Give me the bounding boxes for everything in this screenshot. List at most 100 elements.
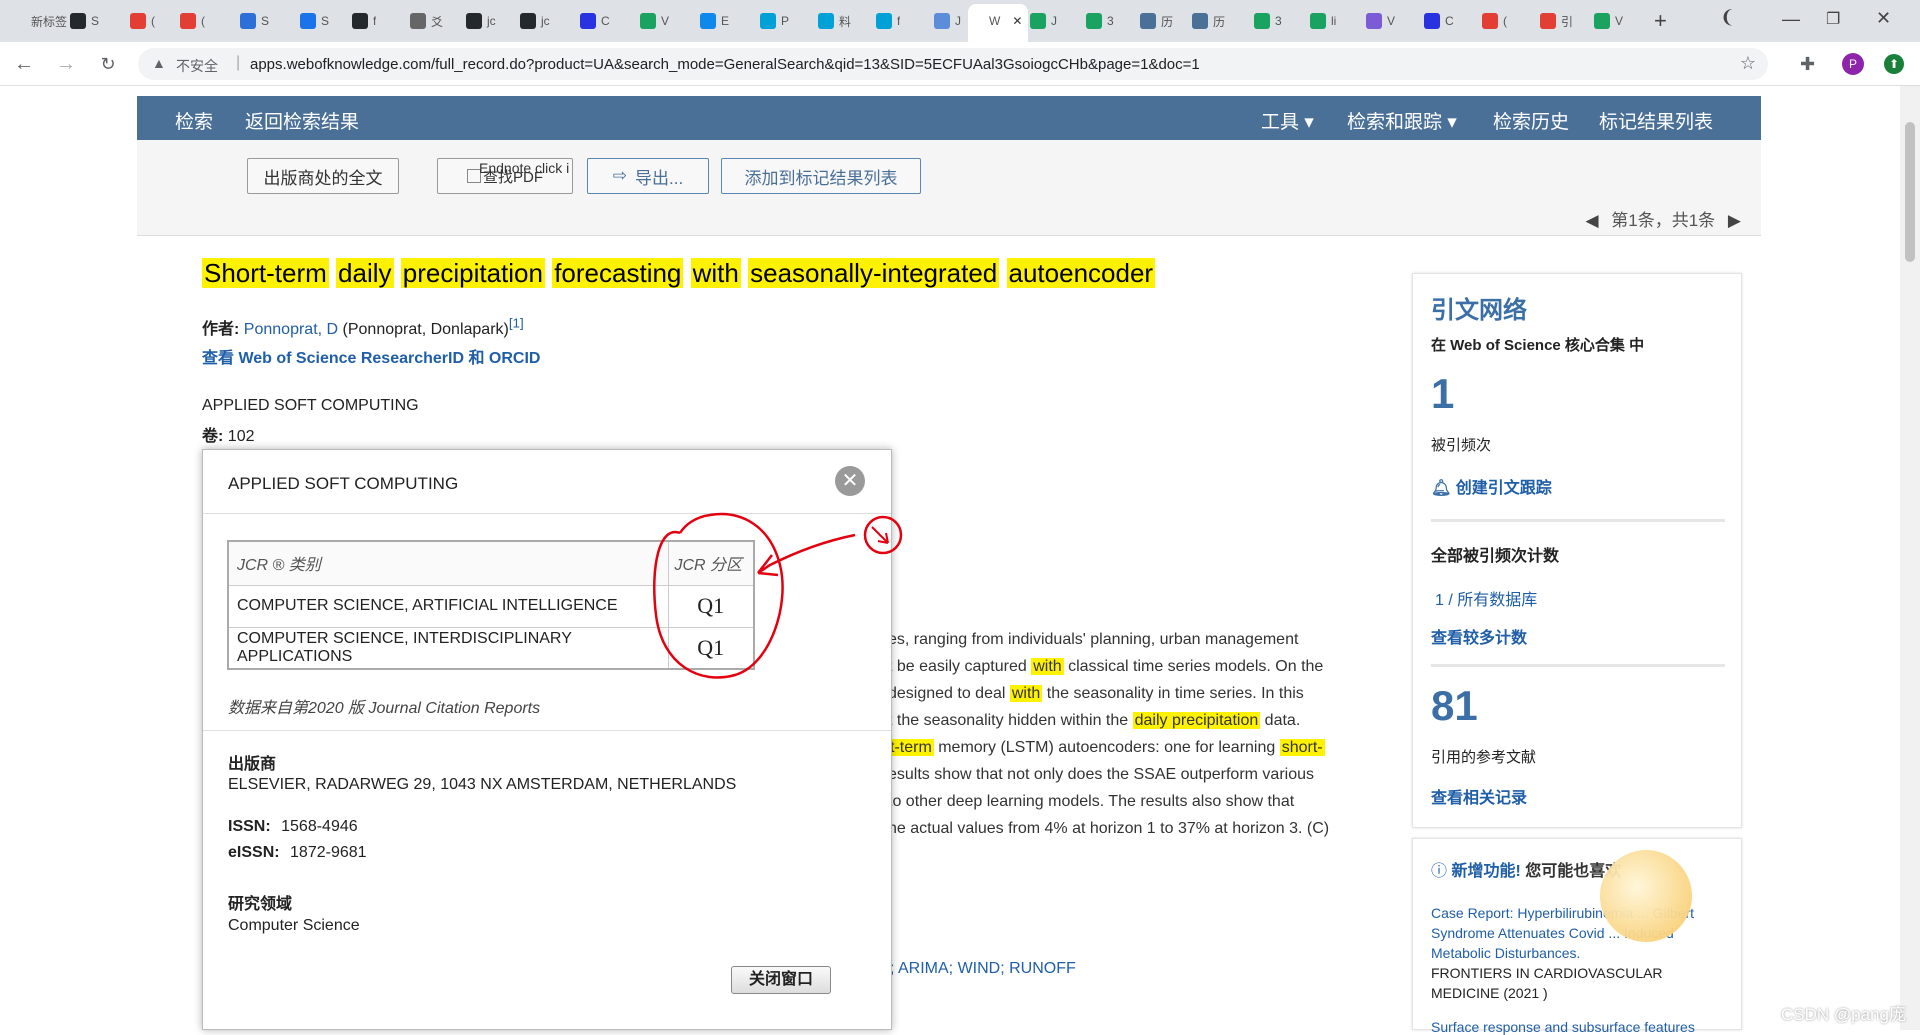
related-records-link[interactable]: 查看相关记录 bbox=[1431, 784, 1527, 808]
globe-icon bbox=[410, 13, 426, 29]
close-window-icon[interactable]: ✕ bbox=[1876, 5, 1891, 31]
minimize-icon[interactable]: — bbox=[1782, 6, 1800, 32]
browser-tab[interactable]: C bbox=[1424, 8, 1454, 34]
browser-tab[interactable]: S bbox=[70, 8, 99, 34]
browser-tab[interactable]: V bbox=[1366, 8, 1395, 34]
nav-back-to-results[interactable]: 返回检索结果 bbox=[245, 107, 359, 134]
back-icon[interactable]: ← bbox=[12, 52, 36, 76]
close-tab-icon[interactable]: ✕ bbox=[1012, 14, 1022, 28]
browser-tab[interactable]: 新标签 bbox=[10, 8, 67, 34]
site-header: 检索 返回检索结果 工具 ▾ 检索和跟踪 ▾ 检索历史 标记结果列表 bbox=[137, 96, 1761, 140]
endnote-alt-text[interactable]: Endnote click i bbox=[479, 160, 569, 176]
browser-tab[interactable]: P bbox=[760, 8, 789, 34]
nav-search-tracking[interactable]: 检索和跟踪 ▾ bbox=[1347, 107, 1457, 134]
close-icon[interactable]: ✕ bbox=[835, 466, 865, 496]
keywords-plus[interactable]: ; ARIMA; WIND; RUNOFF bbox=[890, 960, 1076, 978]
abstract-line: he actual values from 4% at horizon 1 to… bbox=[888, 815, 1358, 842]
title-word: precipitation bbox=[400, 258, 545, 288]
pager-text: 第1条，共1条 bbox=[1611, 211, 1716, 230]
profile-avatar[interactable]: P bbox=[1842, 53, 1864, 75]
abstract-line: t be easily captured with classical time… bbox=[888, 653, 1358, 680]
browser-tab[interactable]: li bbox=[1310, 8, 1336, 34]
browser-tab[interactable]: J bbox=[1030, 8, 1057, 34]
nav-tools[interactable]: 工具 ▾ bbox=[1261, 107, 1314, 134]
more-counts-link[interactable]: 查看较多计数 bbox=[1431, 624, 1527, 648]
browser-tab[interactable]: jc bbox=[466, 8, 496, 34]
author-link[interactable]: Ponnoprat, D bbox=[244, 321, 338, 338]
browser-tab[interactable]: f bbox=[352, 8, 376, 34]
times-cited-count[interactable]: 1 bbox=[1431, 370, 1454, 418]
browser-tab[interactable]: S bbox=[240, 8, 269, 34]
browser-tab-label: J bbox=[955, 14, 961, 28]
eissn-label: eISSN: bbox=[228, 844, 280, 861]
publisher-address: ELSEVIER, RADARWEG 29, 1043 NX AMSTERDAM… bbox=[228, 776, 737, 793]
browser-tab[interactable]: J bbox=[934, 8, 961, 34]
export-button[interactable]: ⇨ 导出... bbox=[587, 158, 709, 194]
publisher-fulltext-button[interactable]: 出版商处的全文 bbox=[247, 158, 399, 194]
all-databases-link[interactable]: 1 / 所有数据库 bbox=[1435, 586, 1537, 610]
maximize-icon[interactable]: ❐ bbox=[1826, 6, 1840, 32]
omnibox[interactable]: ▲ 不安全 | apps.webofknowledge.com/full_rec… bbox=[138, 48, 1768, 80]
browser-tab[interactable]: f bbox=[876, 8, 900, 34]
globe-icon bbox=[1192, 13, 1208, 29]
extension-green-icon[interactable]: ⬆ bbox=[1884, 54, 1904, 74]
zhihu-icon bbox=[700, 13, 716, 29]
extensions-puzzle-icon[interactable]: ✚ bbox=[1800, 54, 1815, 75]
cited-references-count[interactable]: 81 bbox=[1431, 682, 1478, 730]
publisher-label: 出版商 bbox=[228, 756, 277, 773]
browser-tab[interactable]: jc bbox=[520, 8, 550, 34]
browser-tab[interactable]: ( bbox=[130, 8, 155, 34]
nav-search[interactable]: 检索 bbox=[175, 107, 213, 134]
prev-record-icon[interactable]: ◀ bbox=[1585, 211, 1598, 230]
next-record-icon[interactable]: ▶ bbox=[1728, 211, 1741, 230]
suggested-article-title[interactable]: Surface response and subsurface features bbox=[1431, 1019, 1721, 1035]
forward-icon[interactable]: → bbox=[54, 52, 78, 76]
browser-tab[interactable]: ( bbox=[180, 8, 205, 34]
researcherid-link[interactable]: 查看 Web of Science ResearcherID 和 ORCID bbox=[202, 344, 540, 368]
add-to-marked-list-button[interactable]: 添加到标记结果列表 bbox=[721, 158, 921, 194]
abstract-line: esults show that not only does the SSAE … bbox=[888, 761, 1358, 788]
browser-tab[interactable]: S bbox=[300, 8, 329, 34]
reload-icon[interactable]: ↻ bbox=[96, 52, 120, 76]
vertical-scrollbar[interactable] bbox=[1900, 86, 1920, 1030]
browser-tab[interactable]: V bbox=[1594, 8, 1623, 34]
browser-tab[interactable]: 料 bbox=[818, 8, 851, 34]
scrollbar-thumb[interactable] bbox=[1905, 122, 1915, 262]
browser-tab[interactable]: W ✕ bbox=[968, 8, 1022, 34]
browser-tab[interactable]: C bbox=[580, 8, 610, 34]
csdn-icon bbox=[130, 13, 146, 29]
nav-marked-list[interactable]: 标记结果列表 bbox=[1599, 107, 1713, 134]
create-citation-alert[interactable]: 🔔︎ 创建引文跟踪 bbox=[1431, 474, 1552, 498]
globe-icon bbox=[1140, 13, 1156, 29]
popup-header: APPLIED SOFT COMPUTING ✕ bbox=[203, 450, 891, 514]
author-fullname: (Ponnoprat, Donlapark) bbox=[342, 321, 509, 338]
sidebar-divider bbox=[1431, 519, 1725, 522]
journal-name[interactable]: APPLIED SOFT COMPUTING bbox=[202, 397, 419, 415]
export-label: 导出... bbox=[635, 168, 684, 188]
url-text[interactable]: apps.webofknowledge.com/full_record.do?p… bbox=[250, 56, 1200, 73]
browser-tab-label: V bbox=[1387, 14, 1396, 28]
browser-tab[interactable]: ( bbox=[1482, 8, 1507, 34]
browser-tab[interactable]: 3 bbox=[1254, 8, 1282, 34]
browser-tab[interactable]: 爻 bbox=[410, 8, 443, 34]
author-ref[interactable]: [1] bbox=[509, 316, 524, 331]
new-tab-icon[interactable]: + bbox=[1654, 8, 1667, 34]
browser-tab[interactable]: V bbox=[640, 8, 669, 34]
nav-search-history[interactable]: 检索历史 bbox=[1493, 107, 1569, 134]
app-icon bbox=[1086, 13, 1102, 29]
vip-badge-icon bbox=[1600, 850, 1692, 942]
browser-tab[interactable]: 历 bbox=[1140, 8, 1173, 34]
browser-tab[interactable]: 引 bbox=[1540, 8, 1573, 34]
eissn-value: 1872-9681 bbox=[290, 844, 367, 861]
bookmark-star-icon[interactable]: ☆ bbox=[1740, 53, 1756, 74]
browser-tab[interactable]: E bbox=[700, 8, 729, 34]
browser-tab[interactable]: 3 bbox=[1086, 8, 1114, 34]
browser-tab[interactable]: 历 bbox=[1192, 8, 1225, 34]
browser-tab-label: ( bbox=[151, 14, 155, 28]
abstract-text-segment: memory (LSTM) autoencoders: one for lear… bbox=[933, 739, 1280, 756]
csdn-icon bbox=[1482, 13, 1498, 29]
citation-network-title: 引文网络 bbox=[1431, 297, 1527, 324]
close-window-button[interactable]: 关闭窗口 bbox=[731, 966, 831, 994]
jcr-category-header: JCR ® 类别 bbox=[227, 540, 669, 586]
abstract-line: t-term memory (LSTM) autoencoders: one f… bbox=[888, 734, 1358, 761]
